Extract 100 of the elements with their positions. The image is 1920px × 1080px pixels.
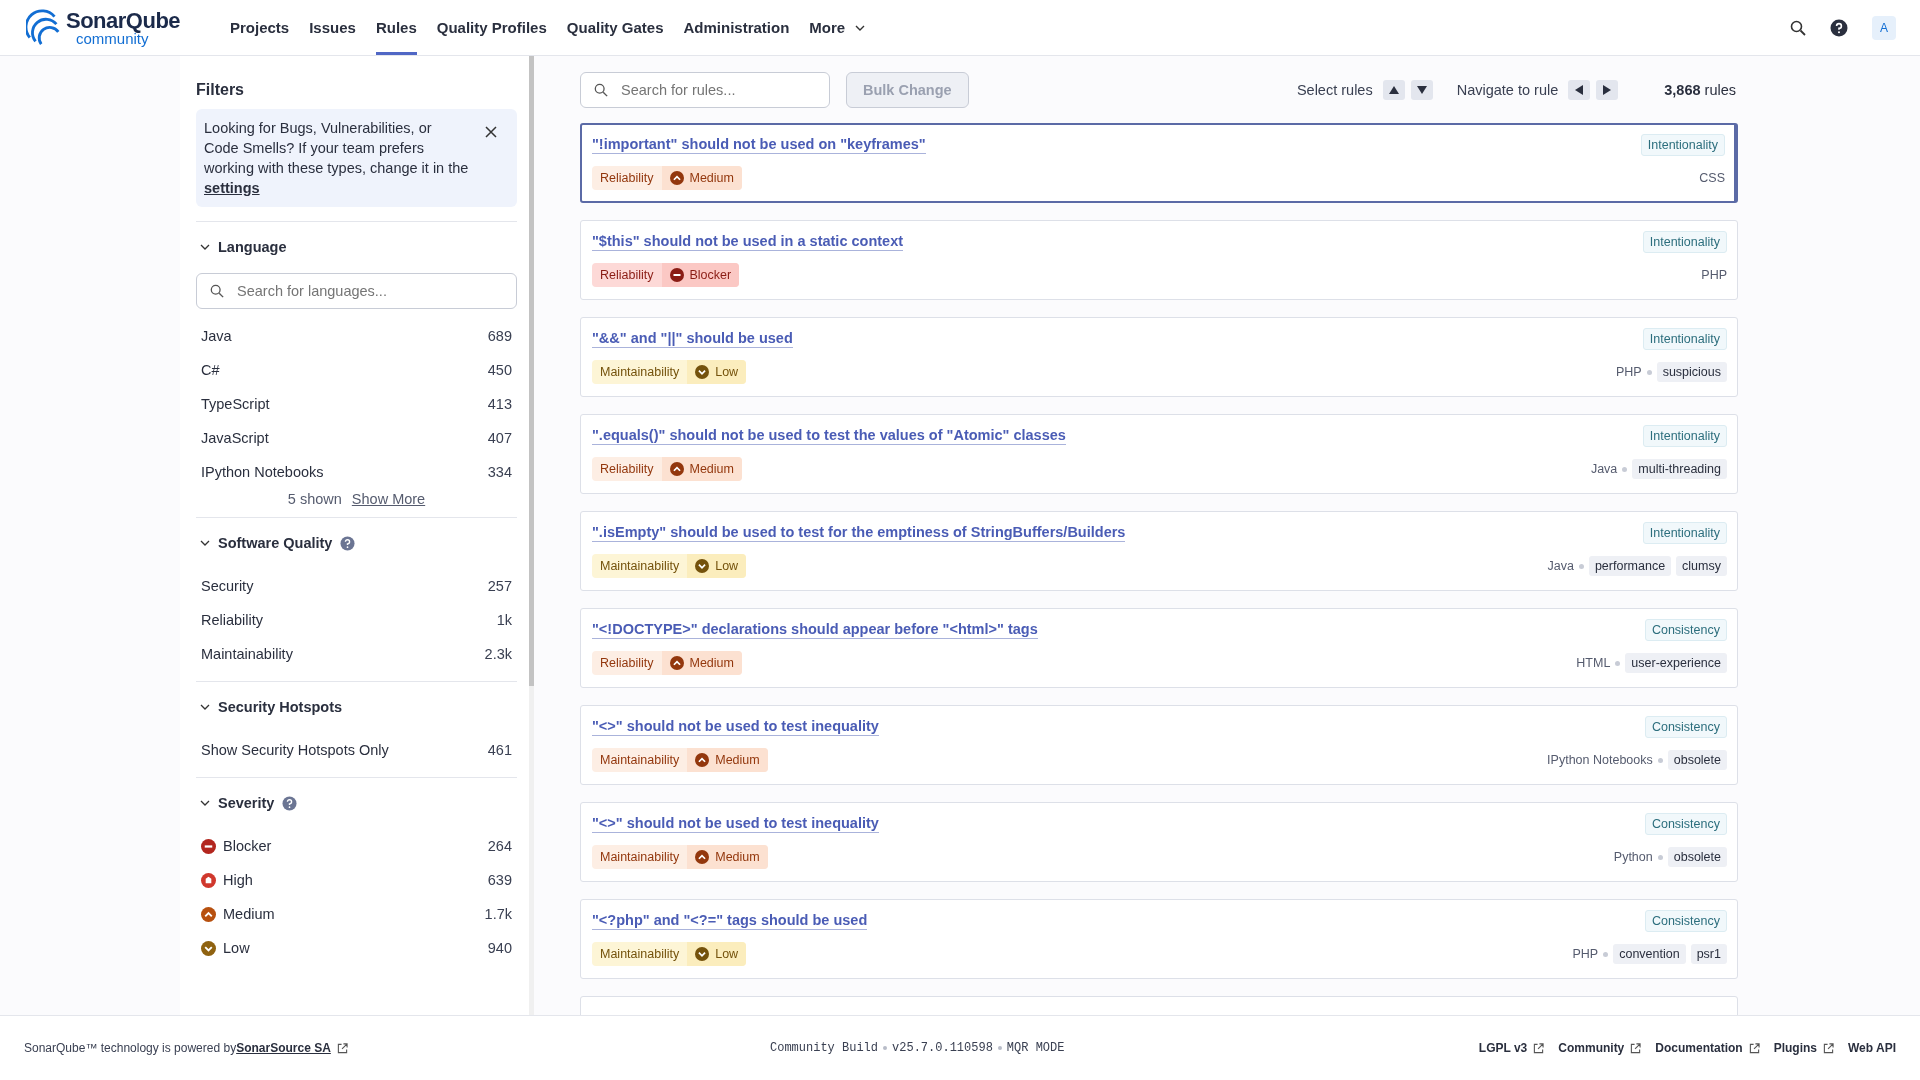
triangle-right-icon [1603, 85, 1612, 95]
footer-link[interactable]: Plugins [1773, 1041, 1817, 1055]
tag[interactable]: obsolete [1667, 847, 1727, 867]
facet-item[interactable]: Low 940 [196, 931, 517, 965]
chevron-down-icon[interactable] [200, 702, 210, 712]
rule-title-link[interactable]: ".isEmpty" should be used to test for the emptiness of StringBuffers/Builders [592, 524, 1126, 542]
facet-count: 461 [487, 742, 512, 758]
facet-title[interactable]: Severity [218, 795, 275, 811]
rule-card[interactable]: ".isEmpty" should be used to test for the emptiness of StringBuffers/Builders Intentionality Maintainability Low Java performance clumsy [580, 511, 1738, 591]
severity-icon [669, 462, 684, 476]
rule-title-link[interactable]: "<>" should not be used to test inequality [592, 815, 879, 833]
chevron-down-icon[interactable] [200, 242, 210, 252]
footer-link[interactable]: LGPL v3 [1478, 1041, 1528, 1055]
tag[interactable]: psr1 [1690, 944, 1727, 964]
tag[interactable]: performance [1588, 556, 1672, 576]
facet-item[interactable]: Medium 1.7k [196, 897, 517, 931]
facet-label: TypeScript [201, 396, 270, 412]
down-key[interactable] [1410, 80, 1433, 100]
show-more-link[interactable]: Show More [351, 491, 426, 507]
facet-item[interactable]: Java 689 [196, 319, 517, 353]
facet-label: Low [223, 940, 250, 956]
facet-count: 257 [487, 578, 512, 594]
rule-card[interactable]: "<>" should not be used to test inequality Consistency Maintainability Medium IPython Notebooks obsolete [580, 705, 1738, 785]
tag[interactable]: suspicious [1656, 362, 1727, 382]
tag[interactable]: obsolete [1667, 750, 1727, 770]
nav-tab[interactable]: Quality Gates [566, 0, 664, 55]
facet-item[interactable]: Show Security Hotspots Only 461 [196, 733, 517, 767]
rule-title-link[interactable]: "!important" should not be used on "keyframes" [592, 136, 926, 154]
chevron-down-icon[interactable] [200, 538, 210, 548]
tag[interactable]: multi-threading [1632, 459, 1727, 479]
triangle-down-icon [1416, 86, 1427, 94]
sonarsource-link[interactable]: SonarSource SA [236, 1041, 331, 1055]
quality-label: Maintainability [599, 947, 681, 961]
rule-title-link[interactable]: "$this" should not be used in a static context [592, 233, 904, 251]
rule-title-link[interactable]: "<!DOCTYPE>" declarations should appear before "<html>" tags [592, 621, 1038, 639]
tag[interactable]: convention [1613, 944, 1686, 964]
help-icon[interactable] [1830, 18, 1848, 37]
close-icon[interactable] [485, 126, 497, 138]
rule-card[interactable]: ".equals()" should not be used to test the values of "Atomic" classes Intentionality Reliability Medium Java multi-threading [580, 414, 1738, 494]
attribute-tag: Consistency [1644, 619, 1727, 641]
facet-label: C# [201, 362, 220, 378]
left-key[interactable] [1568, 80, 1591, 100]
facet-item[interactable]: TypeScript 413 [196, 387, 517, 421]
search-icon[interactable] [1790, 19, 1806, 36]
rule-card[interactable]: "$this" should not be used in a static context Intentionality Reliability Blocker PHP [580, 220, 1738, 300]
facet-count: 940 [487, 940, 512, 956]
nav-tab[interactable]: Projects [230, 0, 290, 55]
footer-link[interactable]: Web API [1848, 1041, 1896, 1055]
attribute-tag: Consistency [1644, 910, 1727, 932]
facet-label: Blocker [223, 838, 272, 854]
facet-item[interactable]: Reliability 1k [196, 603, 517, 637]
quality-label: Reliability [599, 462, 655, 476]
facet-item[interactable]: High 639 [196, 863, 517, 897]
severity-label: Low [715, 559, 739, 573]
rule-title-link[interactable]: "&&" and "||" should be used [592, 330, 793, 348]
rule-card[interactable]: "<!DOCTYPE>" declarations should appear before "<html>" tags Consistency Reliability Medium HTML user-experience [580, 608, 1738, 688]
facet-item[interactable]: JavaScript 407 [196, 421, 517, 455]
rule-card[interactable]: "&&" and "||" should be used Intentionality Maintainability Low PHP suspicious [580, 317, 1738, 397]
navigate-label: Navigate to rule [1456, 82, 1559, 98]
rule-title-link[interactable]: ".equals()" should not be used to test the values of "Atomic" classes [592, 427, 1066, 445]
facet-item[interactable]: Maintainability 2.3k [196, 637, 517, 671]
facet-label: Maintainability [201, 646, 293, 662]
language-label: PHP [1615, 365, 1642, 379]
facet-item[interactable]: C# 450 [196, 353, 517, 387]
quality-label: Reliability [599, 171, 655, 185]
tag[interactable]: user-experience [1625, 653, 1727, 673]
build-info: v25.7.0.110598 [892, 1041, 993, 1055]
user-avatar[interactable]: A [1872, 15, 1896, 40]
facet-title[interactable]: Security Hotspots [218, 699, 343, 715]
shown-count: 5 shown [287, 491, 342, 507]
nav-tab[interactable]: Administration [683, 0, 790, 55]
facet-item[interactable]: Security 257 [196, 569, 517, 603]
rule-card[interactable]: "!important" should not be used on "keyframes" Intentionality Reliability Medium CSS [580, 123, 1738, 203]
facet-title[interactable]: Language [218, 239, 287, 255]
chevron-down-icon[interactable] [200, 798, 210, 808]
nav-tab[interactable]: Issues [309, 0, 356, 55]
facet-item[interactable]: Blocker 264 [196, 829, 517, 863]
facet-title[interactable]: Software Quality [218, 535, 333, 551]
footer-link[interactable]: Documentation [1655, 1041, 1743, 1055]
nav-tab[interactable]: More [809, 0, 866, 55]
search-field[interactable]: Search for rules... [580, 72, 830, 108]
rule-title-link[interactable]: "<>" should not be used to test inequality [592, 718, 879, 736]
scrollbar[interactable] [529, 56, 534, 686]
settings-link[interactable]: settings [204, 180, 260, 196]
right-key[interactable] [1596, 80, 1619, 100]
facet-item[interactable]: IPython Notebooks 334 [196, 455, 517, 489]
rule-card[interactable]: "<?php" and "<?=" tags should be used Consistency Maintainability Low PHP convention psr1 [580, 899, 1738, 979]
footer-link[interactable]: Community [1558, 1041, 1625, 1055]
nav-tab[interactable]: Quality Profiles [436, 0, 547, 55]
severity-label: Medium [715, 753, 760, 767]
triangle-up-icon [1388, 86, 1399, 94]
up-key[interactable] [1382, 80, 1405, 100]
rule-card[interactable]: "<>" should not be used to test inequality Consistency Maintainability Medium Python obsolete [580, 802, 1738, 882]
facet-count: 639 [487, 872, 512, 888]
facet-count: 413 [487, 396, 512, 412]
tag[interactable]: clumsy [1676, 556, 1727, 576]
rule-title-link[interactable]: "<?php" and "<?=" tags should be used [592, 912, 868, 930]
search-icon [210, 284, 224, 298]
search-field[interactable]: Search for languages... [196, 273, 517, 309]
facet-count: 407 [487, 430, 512, 446]
